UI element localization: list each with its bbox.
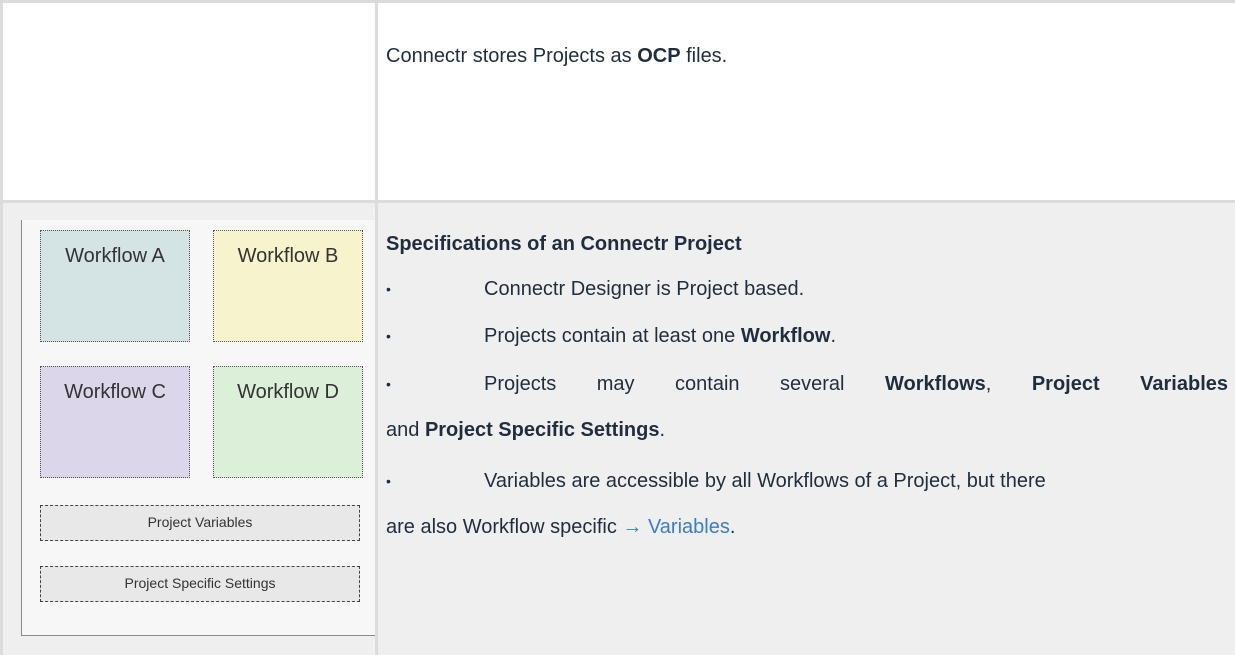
intro-text: Connectr stores Projects as OCP files.: [386, 45, 728, 67]
workflow-c-box: Workflow C: [40, 366, 190, 478]
bullet-dot: •: [386, 473, 391, 489]
bullet-item-1: • Connectr Designer is Project based.: [386, 269, 1228, 309]
bullet-item-4: • Variables are accessible by all Workfl…: [386, 461, 1228, 501]
project-specific-settings-box: Project Specific Settings: [40, 566, 360, 602]
bullet-item-3-continuation: and Project Specific Settings.: [386, 419, 666, 441]
bullet-item-4-continuation: are also Workflow specific → Variables.: [386, 516, 736, 538]
workflow-d-box: Workflow D: [213, 366, 363, 478]
bullet-dot: •: [386, 376, 391, 392]
specifications-heading: Specifications of an Connectr Project: [386, 233, 742, 255]
ocp-bold: OCP: [637, 45, 681, 67]
content-table: Connectr stores Projects as OCP files. W…: [0, 0, 1235, 655]
column-divider: [375, 3, 378, 655]
bullet-item-2: • Projects contain at least one Workflow…: [386, 316, 1228, 356]
project-diagram: Workflow A Workflow B Workflow C Workflo…: [21, 220, 375, 636]
workflow-a-box: Workflow A: [40, 230, 190, 342]
table-row-intro: Connectr stores Projects as OCP files.: [3, 3, 1235, 203]
bullet-dot: •: [386, 281, 391, 297]
bullet-item-3: • Projects may contain several Workflows…: [386, 364, 1228, 404]
variables-link[interactable]: → Variables: [622, 516, 729, 538]
workflow-b-box: Workflow B: [213, 230, 363, 342]
bullet-dot: •: [386, 328, 391, 344]
project-variables-box: Project Variables: [40, 505, 360, 541]
table-row-specifications: Workflow A Workflow B Workflow C Workflo…: [3, 203, 1235, 655]
